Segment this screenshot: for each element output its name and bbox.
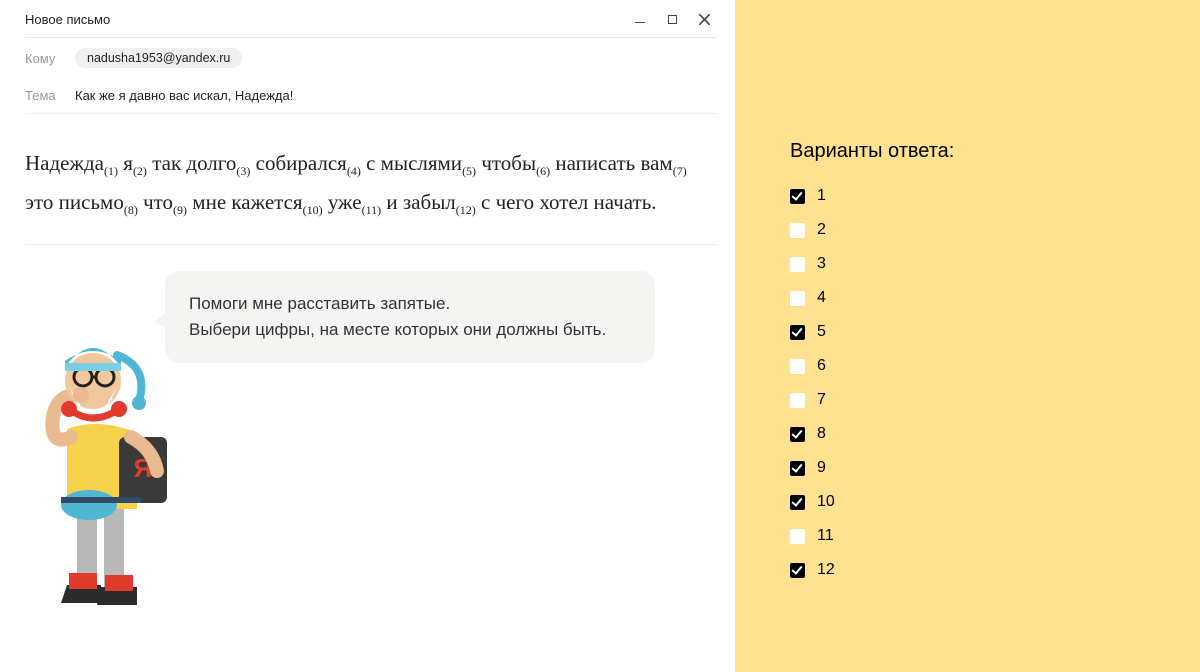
options-list: 123456789101112 [790, 187, 1200, 579]
speech-line: Выбери цифры, на месте которых они должн… [189, 317, 631, 343]
checkbox[interactable] [790, 529, 805, 544]
word: так долго [152, 151, 236, 175]
checkbox[interactable] [790, 495, 805, 510]
speech-line: Помоги мне расставить запятые. [189, 291, 631, 317]
gap-number: (2) [133, 164, 147, 178]
answer-option[interactable]: 9 [790, 459, 1200, 477]
answer-option[interactable]: 4 [790, 289, 1200, 307]
checkbox[interactable] [790, 189, 805, 204]
close-icon[interactable] [697, 13, 711, 27]
option-label: 8 [817, 425, 826, 443]
subject-row: Тема Как же я давно вас искал, Надежда! [25, 78, 717, 113]
maximize-icon[interactable] [665, 13, 679, 27]
answer-option[interactable]: 5 [790, 323, 1200, 341]
gap-number: (5) [462, 164, 476, 178]
option-label: 12 [817, 561, 835, 579]
option-label: 1 [817, 187, 826, 205]
answers-title: Варианты ответа: [790, 140, 1200, 163]
word: собирался [256, 151, 347, 175]
gap-number: (8) [124, 203, 138, 217]
subject-input[interactable]: Как же я давно вас искал, Надежда! [75, 88, 293, 103]
minimize-icon[interactable] [633, 13, 647, 27]
option-label: 9 [817, 459, 826, 477]
recipient-chip[interactable]: nadusha1953@yandex.ru [75, 48, 242, 68]
character-illustration: Я [19, 337, 179, 637]
window-controls [633, 13, 711, 27]
to-row: Кому nadusha1953@yandex.ru [25, 38, 717, 78]
word: это письмо [25, 190, 124, 214]
checkbox[interactable] [790, 325, 805, 340]
checkbox[interactable] [790, 257, 805, 272]
option-label: 6 [817, 357, 826, 375]
word: что [143, 190, 173, 214]
subject-label: Тема [25, 88, 75, 103]
checkbox[interactable] [790, 223, 805, 238]
option-label: 2 [817, 221, 826, 239]
word: написать вам [555, 151, 672, 175]
option-label: 4 [817, 289, 826, 307]
answer-option[interactable]: 11 [790, 527, 1200, 545]
to-label: Кому [25, 51, 75, 66]
window-title: Новое письмо [25, 12, 110, 27]
gap-number: (10) [303, 203, 323, 217]
option-label: 11 [817, 527, 834, 545]
answer-option[interactable]: 3 [790, 255, 1200, 273]
checkbox[interactable] [790, 461, 805, 476]
speech-bubble: Помоги мне расставить запятые. Выбери ци… [165, 271, 655, 364]
compose-window: Новое письмо Кому nadusha1953@yandex.ru … [0, 0, 735, 672]
checkbox[interactable] [790, 359, 805, 374]
gap-number: (6) [536, 164, 550, 178]
answer-option[interactable]: 12 [790, 561, 1200, 579]
gap-number: (4) [347, 164, 361, 178]
word: я [123, 151, 133, 175]
answer-option[interactable]: 8 [790, 425, 1200, 443]
checkbox[interactable] [790, 393, 805, 408]
gap-number: (3) [236, 164, 250, 178]
answer-option[interactable]: 7 [790, 391, 1200, 409]
answer-option[interactable]: 1 [790, 187, 1200, 205]
gap-number: (9) [173, 203, 187, 217]
checkbox[interactable] [790, 291, 805, 306]
gap-number: (12) [456, 203, 476, 217]
option-label: 7 [817, 391, 826, 409]
checkbox[interactable] [790, 427, 805, 442]
word: с чего хотел начать. [481, 190, 657, 214]
answers-panel: Варианты ответа: 123456789101112 [735, 0, 1200, 672]
gap-number: (11) [362, 203, 382, 217]
word: мне кажется [192, 190, 302, 214]
gap-number: (1) [104, 164, 118, 178]
word: чтобы [481, 151, 536, 175]
word: и забыл [386, 190, 455, 214]
word: Надежда [25, 151, 104, 175]
answer-option[interactable]: 6 [790, 357, 1200, 375]
email-body[interactable]: Надежда(1) я(2) так долго(3) собирался(4… [25, 114, 717, 245]
checkbox[interactable] [790, 563, 805, 578]
option-label: 3 [817, 255, 826, 273]
option-label: 5 [817, 323, 826, 341]
answer-option[interactable]: 2 [790, 221, 1200, 239]
word: уже [328, 190, 362, 214]
answer-option[interactable]: 10 [790, 493, 1200, 511]
word: с мыслями [366, 151, 462, 175]
option-label: 10 [817, 493, 835, 511]
task-area: Помоги мне расставить запятые. Выбери ци… [25, 267, 717, 627]
gap-number: (7) [673, 164, 687, 178]
window-header: Новое письмо [25, 12, 717, 38]
